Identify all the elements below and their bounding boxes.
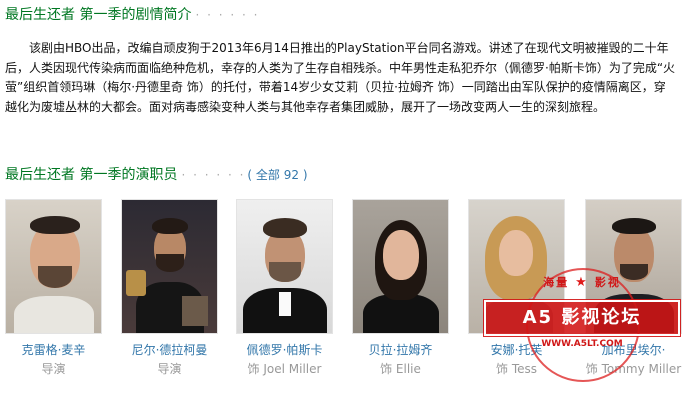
title-dots: · · · · · · [195, 8, 260, 22]
cast-photo[interactable] [121, 199, 218, 334]
cast-role: 导演 [41, 362, 66, 376]
watermark-main-text: A5 影视论坛 [484, 300, 680, 336]
plot-summary: 该剧由HBO出品，改编自顽皮狗于2013年6月14日推出的PlayStation… [5, 41, 676, 114]
cast-name[interactable]: 克雷格·麦辛 [5, 342, 102, 358]
watermark-url: WWW.A5LT.COM [541, 339, 623, 349]
cast-photo[interactable] [5, 199, 102, 334]
forum-watermark: 海量 ★ 影视 A5 影视论坛 WWW.A5LT.COM [484, 266, 680, 386]
cast-role: 饰 Joel Miller [247, 362, 322, 376]
summary-title-text: 最后生还者 第一季的剧情简介 [5, 7, 192, 23]
cast-role: 导演 [157, 362, 182, 376]
cast-name[interactable]: 贝拉·拉姆齐 [352, 342, 449, 358]
watermark-top-text: 海量 ★ 影视 [543, 275, 621, 290]
cast-photo[interactable] [236, 199, 333, 334]
all-cast-link[interactable]: ( 全部 92 ) [247, 168, 307, 182]
title-dots: · · · · · · [181, 168, 246, 182]
cast-section-title: 最后生还者 第一季的演职员 · · · · · ·( 全部 92 ) [5, 166, 308, 184]
summary-section-title: 最后生还者 第一季的剧情简介 · · · · · · [5, 6, 259, 24]
star-icon: ★ [575, 275, 589, 290]
cast-name[interactable]: 佩德罗·帕斯卡 [236, 342, 333, 358]
cast-title-text: 最后生还者 第一季的演职员 [5, 167, 178, 183]
cast-name[interactable]: 尼尔·德拉柯曼 [121, 342, 218, 358]
cast-photo[interactable] [352, 199, 449, 334]
cast-role: 饰 Ellie [380, 362, 421, 376]
cast-item[interactable]: 贝拉·拉姆齐 饰 Ellie [352, 199, 449, 377]
cast-item[interactable]: 佩德罗·帕斯卡 饰 Joel Miller [236, 199, 333, 377]
cast-item[interactable]: 尼尔·德拉柯曼 导演 [121, 199, 218, 377]
cast-item[interactable]: 克雷格·麦辛 导演 [5, 199, 102, 377]
